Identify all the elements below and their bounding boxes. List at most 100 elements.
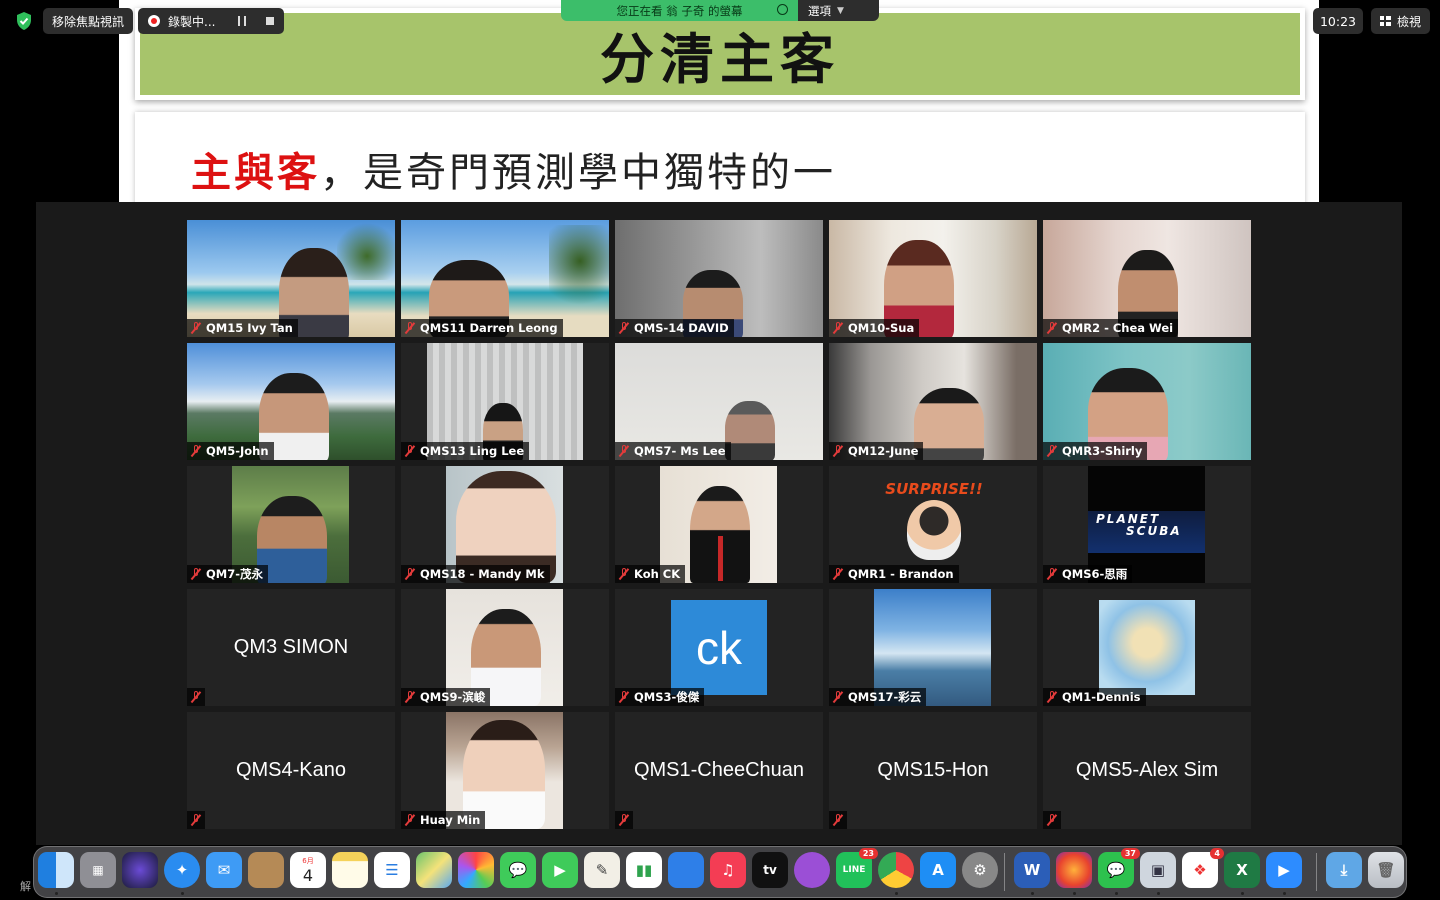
muted-mic-icon	[619, 814, 628, 826]
pages-icon[interactable]: ✎	[584, 852, 620, 888]
participant-tile[interactable]: QM12-June	[829, 343, 1037, 460]
slide-title-band: 分清主客	[135, 8, 1305, 100]
word-icon[interactable]: W	[1014, 852, 1050, 888]
record-icon	[148, 15, 160, 27]
participant-name: QMR1 - Brandon	[848, 567, 954, 581]
participant-tile[interactable]: QMS4-Kano	[187, 712, 395, 829]
view-button[interactable]: 檢視	[1371, 8, 1430, 34]
participant-tile[interactable]: PLANET SCUBA QMS6-思雨	[1043, 466, 1251, 583]
participant-tile[interactable]: QMS1-CheeChuan	[615, 712, 823, 829]
participant-tile[interactable]: QMS-14 DAVID	[615, 220, 823, 337]
finder-icon[interactable]	[38, 852, 74, 888]
participant-name-placeholder: QMS5-Alex Sim	[1075, 759, 1219, 781]
participant-tile[interactable]: QM15 Ivy Tan	[187, 220, 395, 337]
pause-recording-icon[interactable]	[238, 16, 246, 26]
participant-tile[interactable]: QM1-Dennis	[1043, 589, 1251, 706]
excel-icon[interactable]: X	[1224, 852, 1260, 888]
participant-tile[interactable]: QM5-John	[187, 343, 395, 460]
participant-tile[interactable]: QMS18 - Mandy Mk	[401, 466, 609, 583]
siri-icon[interactable]	[122, 852, 158, 888]
facetime-icon[interactable]: ▶	[542, 852, 578, 888]
macos-dock: ▦ ✦ ✉ 6月 4 ☰ 💬 ▶ ✎ ▮▮ ♫ tv LINE 23 A ⚙ W …	[33, 846, 1407, 898]
maps-icon[interactable]	[416, 852, 452, 888]
exit-focus-video-button[interactable]: 移除焦點視訊	[43, 8, 134, 34]
messages-icon[interactable]: 💬	[500, 852, 536, 888]
avatar-image	[1099, 600, 1195, 695]
participant-tile[interactable]: QM10-Sua	[829, 220, 1037, 337]
appletv-icon[interactable]: tv	[752, 852, 788, 888]
reminders-icon[interactable]: ☰	[374, 852, 410, 888]
notification-badge: 37	[1120, 848, 1140, 859]
participant-tile[interactable]: SURPRISE!! QMR1 - Brandon	[829, 466, 1037, 583]
participant-tile[interactable]: QMS5-Alex Sim	[1043, 712, 1251, 829]
trash-icon[interactable]: 🗑	[1368, 852, 1404, 888]
participant-tile[interactable]: QM3 SIMON	[187, 589, 395, 706]
muted-mic-icon	[191, 445, 201, 457]
participant-tile[interactable]: QM7-茂永	[187, 466, 395, 583]
participant-tile[interactable]: QMS15-Hon	[829, 712, 1037, 829]
contacts-icon[interactable]	[248, 852, 284, 888]
zoom-icon[interactable]: ▶	[1266, 852, 1302, 888]
slide-body-text: ，是奇門預測學中獨特的一	[320, 150, 836, 196]
participant-tile[interactable]: QMR2 - Chea Wei	[1043, 220, 1251, 337]
participant-tile[interactable]: QMS9-滨峻	[401, 589, 609, 706]
participant-name: QMS-14 DAVID	[634, 321, 729, 335]
participant-name: QM15 Ivy Tan	[206, 321, 293, 335]
muted-mic-icon	[619, 322, 629, 334]
view-status-icon	[777, 4, 788, 15]
microsoft-office-icon[interactable]: ❖ 4	[1182, 848, 1224, 888]
chevron-down-icon: ▼	[837, 5, 844, 16]
participant-name: QMS11 Darren Leong	[420, 321, 558, 335]
participant-tile[interactable]: QMR3-Shirly	[1043, 343, 1251, 460]
gallery-view: QM15 Ivy Tan QMS11 Darren Leong QMS-14 D…	[36, 202, 1402, 845]
muted-mic-icon	[405, 445, 415, 457]
stop-recording-icon[interactable]	[266, 17, 274, 25]
slide-highlight-text: 主與客	[191, 149, 320, 196]
participant-tile[interactable]: Huay Min	[401, 712, 609, 829]
muted-mic-icon	[191, 814, 200, 826]
launchpad-icon[interactable]: ▦	[80, 852, 116, 888]
photos-icon[interactable]	[458, 852, 494, 888]
line-app-icon[interactable]: LINE 23	[836, 848, 878, 888]
firefox-icon[interactable]	[1056, 852, 1092, 888]
clock-text: 10:23	[1319, 13, 1357, 29]
mail-icon[interactable]: ✉	[206, 852, 242, 888]
participant-tile[interactable]: QMS13 Ling Lee	[401, 343, 609, 460]
participant-name: QM12-June	[848, 444, 919, 458]
numbers-icon[interactable]: ▮▮	[626, 852, 662, 888]
calendar-icon[interactable]: 6月 4	[290, 852, 326, 888]
safari-icon[interactable]: ✦	[164, 852, 200, 888]
avatar-cartoon	[907, 500, 961, 560]
chrome-icon[interactable]	[878, 852, 914, 888]
notes-icon[interactable]	[332, 852, 368, 888]
shared-screen-slide: 分清主客 主與客，是奇門預測學中獨特的一	[119, 0, 1319, 202]
participant-name: QMS3-俊傑	[634, 690, 700, 704]
participant-tile[interactable]: ck QMS3-俊傑	[615, 589, 823, 706]
participant-name: QM7-茂永	[206, 567, 263, 581]
preview-icon[interactable]: ▣	[1140, 852, 1176, 888]
recording-label: 錄製中...	[168, 14, 216, 29]
app-store-icon[interactable]: A	[920, 852, 956, 888]
participant-tile[interactable]: QMS17-彩云	[829, 589, 1037, 706]
muted-mic-icon	[1047, 814, 1056, 826]
meeting-clock: 10:23	[1313, 8, 1363, 34]
participant-tile[interactable]: QMS7- Ms Lee	[615, 343, 823, 460]
music-icon[interactable]: ♫	[710, 852, 746, 888]
screen-share-banner: 您正在看 翁 子奇 的螢幕 選項 ▼	[561, 0, 879, 21]
view-options-button[interactable]: 選項 ▼	[798, 0, 879, 21]
muted-mic-icon	[405, 691, 415, 703]
muted-mic-icon	[1047, 691, 1057, 703]
participant-name-placeholder: QMS4-Kano	[235, 759, 347, 781]
participant-name: QMS6-思雨	[1062, 567, 1128, 581]
participant-tile[interactable]: QMS11 Darren Leong	[401, 220, 609, 337]
podcasts-icon[interactable]	[794, 852, 830, 888]
keynote-icon[interactable]	[668, 852, 704, 888]
notification-badge: 4	[1210, 848, 1224, 859]
participant-name: QMS7- Ms Lee	[634, 444, 726, 458]
participant-tile[interactable]: Koh CK	[615, 466, 823, 583]
view-label: 檢視	[1396, 14, 1421, 29]
system-preferences-icon[interactable]: ⚙	[962, 852, 998, 888]
participant-name: QMR2 - Chea Wei	[1062, 321, 1174, 335]
downloads-folder-icon[interactable]: ⤓	[1326, 852, 1362, 888]
wechat-icon[interactable]: 💬 37	[1098, 848, 1140, 888]
